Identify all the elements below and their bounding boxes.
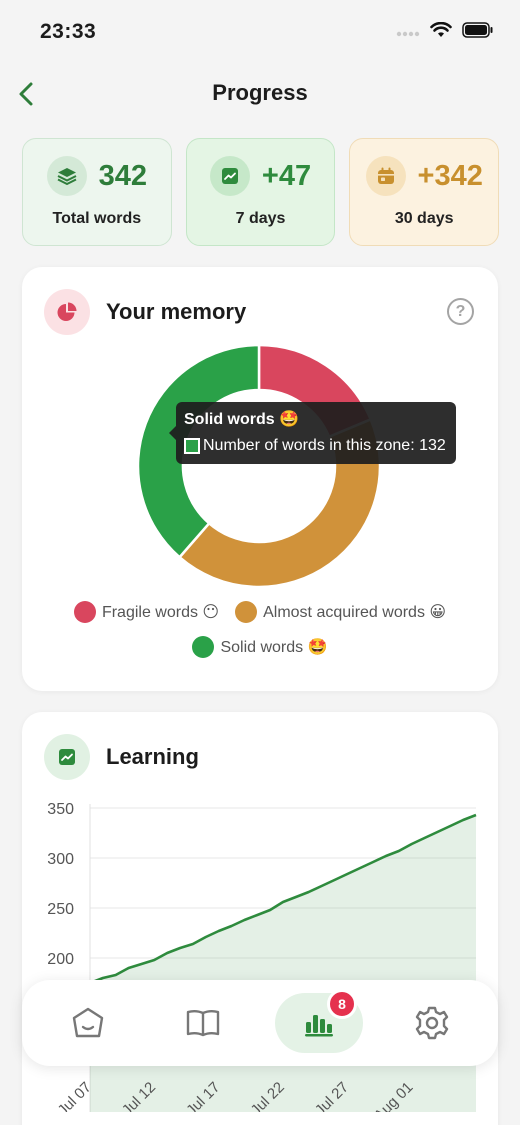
y-tick-label: 200 [47, 951, 74, 968]
legend-row: Solid words 🤩 [22, 636, 498, 658]
stat-value: +342 [417, 159, 483, 192]
legend-dot [73, 601, 96, 623]
legend-item-solid[interactable]: Solid words 🤩 [192, 636, 328, 658]
tooltip-text: Number of words in this zone: 132 [203, 437, 446, 454]
book-icon [186, 1010, 220, 1037]
legend-row: Fragile words 😶 Almost acquired words 😀 [22, 601, 498, 623]
stat-value: +47 [261, 159, 312, 192]
tooltip-title: Solid words 🤩 [184, 411, 300, 428]
legend-item-almost-acquired[interactable]: Almost acquired words 😀 [235, 601, 446, 623]
stats-row: 342 Total words +47 7 days +342 30 days [22, 138, 500, 246]
status-bar: 23:33 [0, 0, 520, 66]
status-time: 23:33 [40, 20, 97, 43]
tooltip-swatch [184, 438, 200, 454]
notification-badge: 8 [327, 989, 357, 1019]
stat-card-total-words: 342 Total words [22, 138, 172, 246]
signal-icon [396, 24, 420, 42]
home-icon [72, 1007, 104, 1038]
calendar-icon [365, 156, 406, 196]
y-tick-label: 350 [47, 801, 74, 818]
stat-card-7-days: +47 7 days [185, 138, 336, 246]
legend-label: Fragile words 😶 [101, 604, 220, 621]
legend-dot [192, 636, 215, 658]
tooltip-arrow [169, 426, 176, 440]
stat-label: 30 days [394, 210, 454, 227]
legend-dot [235, 601, 258, 623]
wifi-icon [430, 21, 452, 43]
status-icons [396, 21, 494, 43]
stat-label: Total words [52, 210, 142, 227]
tab-home[interactable] [44, 993, 132, 1053]
battery-icon [462, 22, 494, 43]
tab-library[interactable] [159, 993, 247, 1053]
chart-tooltip: Solid words 🤩 Number of words in this zo… [169, 402, 456, 464]
stat-label: 7 days [235, 210, 286, 227]
tab-settings[interactable] [388, 993, 476, 1053]
y-tick-label: 250 [47, 901, 74, 918]
stat-value: 342 [98, 159, 148, 192]
x-tick-label: Jul 07 [55, 1079, 95, 1112]
legend-item-fragile[interactable]: Fragile words 😶 [73, 601, 220, 623]
page-title: Progress [212, 80, 308, 105]
y-tick-label: 300 [47, 851, 74, 868]
trend-up-icon [209, 156, 250, 196]
memory-card: Your memory ? Solid words 🤩 Number of wo… [22, 267, 498, 691]
gear-icon [415, 1006, 449, 1040]
area-fill [90, 815, 476, 1112]
tab-progress[interactable]: 8 [275, 989, 363, 1053]
legend-label: Solid words 🤩 [220, 639, 328, 656]
nav-bar: Progress [0, 66, 520, 122]
tab-bar: 8 [22, 980, 498, 1066]
tooltip-line: Number of words in this zone: 132 [184, 437, 448, 455]
stat-card-30-days: +342 30 days [349, 138, 500, 246]
layers-icon [46, 156, 87, 196]
legend-label: Almost acquired words 😀 [263, 604, 447, 621]
